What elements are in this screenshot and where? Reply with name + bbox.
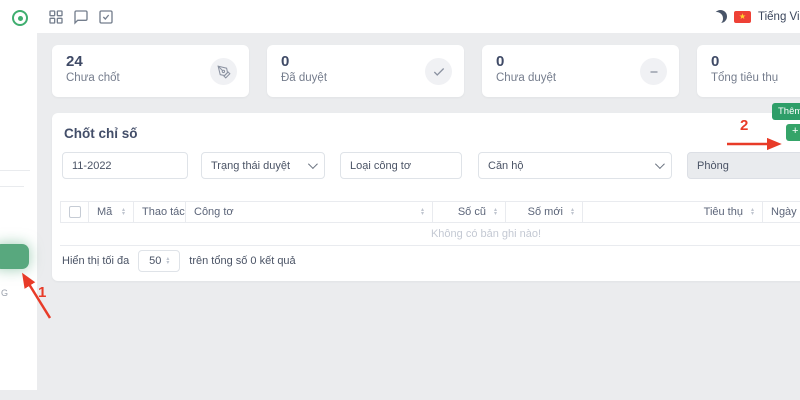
column-header-tieu-thu[interactable]: Tiêu thụ ▴▾ [582,202,762,222]
sort-icon[interactable]: ▴▾ [567,208,574,217]
select-label: Trạng thái duyệt [211,160,302,172]
chevron-down-icon [655,159,665,169]
minus-icon [640,58,667,85]
sort-icon[interactable]: ▴▾ [118,208,125,217]
sort-icon[interactable]: ▴▾ [747,208,754,217]
pagination-bar: Hiển thị tối đa 50 ▴▾ trên tổng số 0 kết… [62,250,296,272]
topbar-right-group: ★ Tiếng Việt [714,0,800,33]
sidebar-label-fragment: G [1,288,8,298]
stat-card-approved: 0 Đã duyệt [267,45,464,97]
column-label: Thao tác [142,206,185,218]
column-header-cong-to[interactable]: Công tơ ▴▾ [185,202,432,222]
pagination-prefix: Hiển thị tối đa [62,255,129,267]
select-all-checkbox[interactable] [69,206,81,218]
column-header-ma[interactable]: Mã ▴▾ [88,202,133,222]
month-input[interactable] [72,160,178,172]
logo-dot [18,16,23,21]
app-logo-target-icon[interactable] [12,10,28,26]
sidebar-divider [0,186,24,187]
pagination-suffix: trên tổng số 0 kết quả [189,255,295,267]
column-label: Công tơ [194,206,234,218]
meter-type-select[interactable]: Loại công tơ [340,152,462,179]
column-label: Mã [97,206,112,218]
stepper-arrows-icon[interactable]: ▴▾ [166,257,169,266]
task-check-icon[interactable] [98,9,114,25]
panel-title: Chốt chỉ số [64,126,138,141]
sort-icon[interactable]: ▴▾ [490,208,497,217]
stat-card-pending: 24 Chưa chốt [52,45,249,97]
column-header-ngay-chot: Ngày chốt [762,202,800,222]
column-label: Số mới [528,206,563,218]
stat-value: 0 [711,53,800,70]
sidebar-menu-item-highlighted[interactable] [0,244,29,269]
month-filter-input[interactable] [62,152,188,179]
select-label: Loại công tơ [350,160,452,172]
column-label: Số cũ [458,206,486,218]
sidebar-divider [0,170,30,171]
page-size-stepper[interactable]: 50 ▴▾ [138,250,180,272]
sidebar: G [0,0,37,390]
vietnam-flag-icon[interactable]: ★ [734,11,751,23]
annotation-number-1: 1 [38,284,46,301]
add-tooltip: Thêm c [772,103,800,120]
table-empty-state: Không có bản ghi nào! [60,223,800,246]
language-label[interactable]: Tiếng Việt [758,11,800,23]
stat-cards-row: 24 Chưa chốt 0 Đã duyệt 0 Chưa duyệt 0 T… [52,45,800,97]
check-icon [425,58,452,85]
topbar: ★ Tiếng Việt [37,0,800,33]
approval-status-select[interactable]: Trạng thái duyệt [201,152,325,179]
apartment-select[interactable]: Căn hộ [478,152,672,179]
add-reading-button[interactable]: + [786,124,800,141]
room-select[interactable]: Phòng [687,152,800,179]
meter-reading-panel: Chốt chỉ số Trạng thái duyệt Loại công t… [52,113,800,281]
chat-icon[interactable] [73,9,89,25]
table-header-row: Mã ▴▾ Thao tác Công tơ ▴▾ Số cũ ▴▾ Số mới ▴▾… [60,201,800,223]
readings-table: Mã ▴▾ Thao tác Công tơ ▴▾ Số cũ ▴▾ Số mới ▴▾… [60,201,800,246]
select-label: Phòng [697,160,800,172]
sort-icon[interactable]: ▴▾ [417,208,424,217]
stat-label: Tổng tiêu thụ [711,72,800,84]
column-label: Tiêu thụ [704,206,743,218]
column-label: Ngày chốt [771,206,800,218]
pen-tool-icon [210,58,237,85]
column-header-so-moi[interactable]: Số mới ▴▾ [505,202,582,222]
dark-mode-moon-icon[interactable] [714,10,727,23]
column-header-thao-tac: Thao tác [133,202,185,222]
topbar-icon-group [48,0,114,33]
stat-card-total-consumption: 0 Tổng tiêu thụ [697,45,800,97]
column-header-so-cu[interactable]: Số cũ ▴▾ [432,202,505,222]
chevron-down-icon [308,159,318,169]
grid-icon[interactable] [48,9,64,25]
page-size-value: 50 [149,255,161,267]
select-all-cell [60,202,88,222]
stat-card-unapproved: 0 Chưa duyệt [482,45,679,97]
select-label: Căn hộ [488,160,649,172]
